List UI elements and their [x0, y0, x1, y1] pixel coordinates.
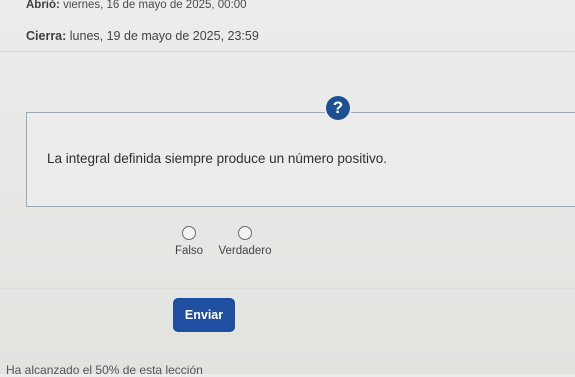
radio-verdadero[interactable]	[238, 226, 252, 240]
closes-label: Cierra:	[26, 29, 67, 43]
option-falso[interactable]: Falso	[173, 226, 205, 257]
top-divider	[0, 51, 575, 52]
opens-value: viernes, 16 de mayo de 2025, 00:00	[63, 0, 247, 11]
schedule-info: Abrió: viernes, 16 de mayo de 2025, 00:0…	[26, 0, 259, 44]
closes-value: lunes, 19 de mayo de 2025, 23:59	[69, 29, 259, 43]
radio-falso[interactable]	[182, 226, 196, 240]
opens-row: Abrió: viernes, 16 de mayo de 2025, 00:0…	[26, 0, 259, 13]
option-verdadero[interactable]: Verdadero	[214, 226, 276, 257]
progress-text: Ha alcanzado el 50% de esta lección	[6, 363, 203, 377]
closes-row: Cierra: lunes, 19 de mayo de 2025, 23:59	[26, 28, 259, 44]
question-mark-icon: ?	[326, 96, 350, 120]
question-text: La integral definida siempre produce un …	[47, 151, 387, 166]
submit-button[interactable]: Enviar	[173, 298, 235, 332]
option-verdadero-label: Verdadero	[218, 245, 272, 257]
question-card: La integral definida siempre produce un …	[26, 112, 575, 207]
opens-label: Abrió:	[26, 0, 60, 11]
option-falso-label: Falso	[174, 245, 204, 257]
options-divider	[0, 288, 575, 289]
